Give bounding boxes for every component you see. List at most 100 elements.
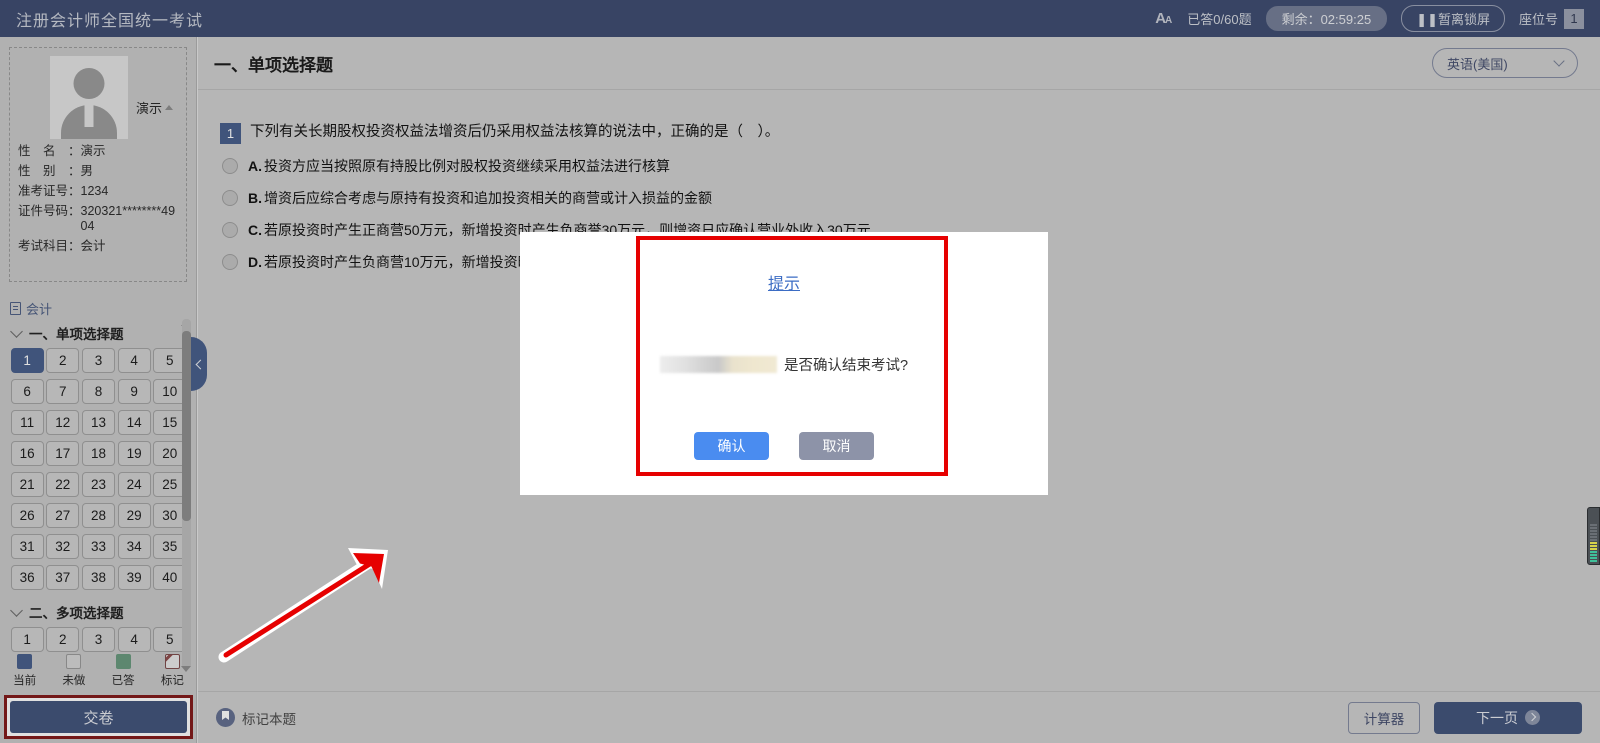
question-number-button[interactable]: 19: [117, 441, 151, 466]
option-radio-a[interactable]: [222, 158, 238, 174]
question-number-button[interactable]: 4: [117, 348, 151, 373]
question-number-button[interactable]: 27: [46, 503, 80, 528]
dialog-actions: 确认 取消: [520, 432, 1048, 460]
option-radio-d[interactable]: [222, 254, 238, 270]
font-size-icon[interactable]: AA: [1153, 10, 1173, 27]
nav-section-header-2[interactable]: 二、多项选择题: [10, 602, 197, 622]
question-number-button[interactable]: 21: [10, 472, 44, 497]
question-number-button[interactable]: 36: [10, 565, 44, 590]
question-number-button[interactable]: 22: [46, 472, 80, 497]
question-number-button[interactable]: 38: [81, 565, 115, 590]
question-number-button[interactable]: 39: [117, 565, 151, 590]
meter-segment: [1590, 557, 1597, 559]
question-number-badge: 1: [220, 123, 241, 144]
question-number-button[interactable]: 31: [10, 534, 44, 559]
meter-segment: [1590, 554, 1597, 556]
arrow-right-icon: [1525, 710, 1540, 725]
question-number-button[interactable]: 13: [81, 410, 115, 435]
question-number-button[interactable]: 28: [81, 503, 115, 528]
meter-segment: [1590, 539, 1597, 541]
user-field-label: 证件号码：: [18, 204, 81, 218]
user-info-card: 演示 性 名 ： 演示 性 别 ： 男 准考证号： 1234 证件号码： 320…: [9, 47, 187, 282]
nav-section-header-1[interactable]: 一、单项选择题: [10, 323, 197, 343]
question-number-button[interactable]: 11: [10, 410, 44, 435]
user-field-label: 性 名 ：: [18, 144, 81, 158]
language-select[interactable]: 英语(美国): [1432, 48, 1578, 78]
user-name-toggle[interactable]: 演示: [136, 98, 174, 117]
question-number-button[interactable]: 6: [10, 379, 44, 404]
legend-label: 当前: [13, 675, 37, 687]
option-row-a[interactable]: A. 投资方应当按照原有持股比例对股权投资继续采用权益法进行核算: [222, 156, 1600, 176]
book-icon: [10, 302, 21, 315]
question-number-button[interactable]: 4: [117, 627, 151, 652]
question-number-button[interactable]: 29: [117, 503, 151, 528]
dialog-message: 是否确认结束考试?: [783, 358, 909, 374]
question-navigator: 会计 一、单项选择题 1 2 3 4 5 6 7 8 9 10 11 12 13 14 15 16 17 18 19…: [0, 293, 197, 656]
question-number-button[interactable]: 1: [10, 348, 44, 373]
question-number-button[interactable]: 26: [10, 503, 44, 528]
nav-section-title: 二、多项选择题: [29, 606, 124, 621]
confirm-button[interactable]: 确认: [694, 432, 769, 460]
question-number-button[interactable]: 2: [46, 348, 80, 373]
question-number-button[interactable]: 2: [46, 627, 80, 652]
mark-question-button[interactable]: 标记本题: [216, 708, 296, 728]
next-page-button[interactable]: 下一页: [1434, 701, 1582, 734]
left-sidebar: 演示 性 名 ： 演示 性 别 ： 男 准考证号： 1234 证件号码： 320…: [0, 37, 197, 743]
main-bottom-bar: 标记本题 计算器 下一页: [198, 691, 1600, 743]
user-field-value: 会计: [80, 239, 106, 253]
question-number-button[interactable]: 33: [81, 534, 115, 559]
question-number-button[interactable]: 1: [10, 627, 44, 652]
question-number-button[interactable]: 7: [46, 379, 80, 404]
option-radio-b[interactable]: [222, 190, 238, 206]
meter-segment: [1590, 551, 1597, 553]
user-field-value: 男: [80, 164, 94, 178]
lock-screen-button[interactable]: ❚❚暂离锁屏: [1401, 5, 1505, 32]
submit-exam-button[interactable]: 交卷: [10, 701, 187, 733]
legend-item: 未做: [62, 654, 85, 688]
language-select-value: 英语(美国): [1447, 56, 1508, 72]
sidebar-scrollbar[interactable]: [182, 319, 191, 669]
legend-item: 已答: [112, 654, 135, 688]
question-number-button[interactable]: 9: [117, 379, 151, 404]
question-number-button[interactable]: 3: [81, 627, 115, 652]
nav-section-title: 一、单项选择题: [29, 327, 124, 342]
user-field-row: 性 别 ： 男: [18, 164, 178, 179]
calculator-button[interactable]: 计算器: [1348, 701, 1420, 734]
question-number-button[interactable]: 12: [46, 410, 80, 435]
confirm-dialog: 提示 是否确认结束考试? 确认 取消: [520, 232, 1048, 495]
subject-label: 会计: [26, 302, 53, 317]
option-text-d: D. 若原投资时产生负商营10万元，新增投资时: [248, 252, 532, 272]
chevron-down-icon: [10, 324, 23, 338]
option-radio-c[interactable]: [222, 222, 238, 238]
question-number-button[interactable]: 8: [81, 379, 115, 404]
main-header: 一、单项选择题 英语(美国): [198, 37, 1600, 90]
dialog-message-row: 是否确认结束考试?: [520, 354, 1048, 375]
user-field-label: 考试科目：: [18, 239, 81, 253]
meter-segment: [1590, 536, 1597, 538]
question-number-button[interactable]: 24: [117, 472, 151, 497]
meter-segment: [1590, 542, 1597, 544]
question-number-button[interactable]: 16: [10, 441, 44, 466]
next-page-label: 下一页: [1476, 709, 1518, 726]
cancel-button[interactable]: 取消: [799, 432, 874, 460]
question-number-button[interactable]: 34: [117, 534, 151, 559]
question-number-button[interactable]: 37: [46, 565, 80, 590]
legend-item: 当前: [13, 654, 36, 688]
question-number-button[interactable]: 18: [81, 441, 115, 466]
legend-label: 未做: [62, 675, 86, 687]
question-number-button[interactable]: 3: [81, 348, 115, 373]
question-number-button[interactable]: 32: [46, 534, 80, 559]
meter-segment: [1590, 545, 1597, 547]
remaining-timer: 剩余：02:59:25: [1265, 6, 1388, 31]
chevron-down-icon: [1553, 55, 1565, 67]
question-number-button[interactable]: 14: [117, 410, 151, 435]
sidebar-collapse-handle[interactable]: [191, 337, 207, 391]
option-row-b[interactable]: B. 增资后应综合考虑与原持有投资和追加投资相关的商营或计入损益的金额: [222, 188, 1600, 208]
seat-number: 1: [1564, 8, 1584, 29]
question-number-button[interactable]: 23: [81, 472, 115, 497]
exam-app: 注册会计师全国统一考试 AA 已答0/60题 剩余：02:59:25 ❚❚暂离锁…: [0, 0, 1600, 743]
user-field-value: 演示: [80, 144, 106, 158]
sidebar-scrollbar-thumb[interactable]: [182, 331, 191, 521]
question-number-button[interactable]: 17: [46, 441, 80, 466]
legend-item: 标记: [161, 654, 184, 688]
